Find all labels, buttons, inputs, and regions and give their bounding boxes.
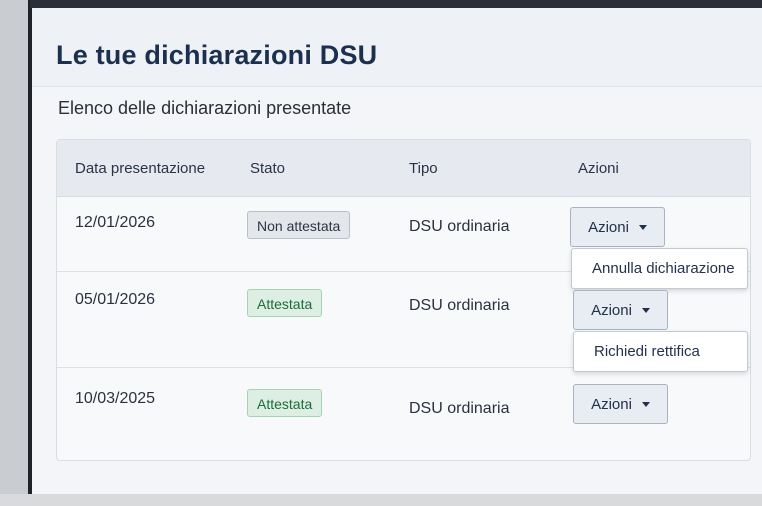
menu-item-annulla-dichiarazione[interactable]: Annulla dichiarazione — [572, 249, 747, 288]
page-title: Le tue dichiarazioni DSU — [56, 40, 378, 70]
caret-down-icon — [641, 307, 650, 313]
app-screen: Le tue dichiarazioni DSU Elenco delle di… — [32, 8, 762, 494]
actions-menu: Annulla dichiarazione — [571, 248, 748, 289]
actions-menu: Richiedi rettifica — [573, 331, 748, 372]
status-badge: Non attestata — [247, 211, 351, 239]
monitor-bezel-left — [0, 0, 32, 506]
column-header-actions: Azioni — [578, 160, 619, 177]
page-header: Le tue dichiarazioni DSU — [32, 8, 762, 87]
row-type: DSU ordinaria — [409, 400, 510, 417]
actions-dropdown-button[interactable]: Azioni — [573, 384, 668, 424]
menu-item-richiedi-rettifica[interactable]: Richiedi rettifica — [574, 332, 747, 371]
status-badge: Attestata — [247, 289, 323, 317]
monitor-bezel-bottom — [0, 494, 762, 506]
status-badge: Attestata — [247, 389, 323, 417]
page-subtitle: Elenco delle dichiarazioni presentate — [58, 98, 352, 118]
column-header-type: Tipo — [409, 160, 438, 177]
actions-button-label: Azioni — [591, 301, 632, 319]
column-header-status: Stato — [250, 160, 286, 177]
row-date: 05/01/2026 — [75, 291, 156, 308]
monitor-bezel-top — [30, 0, 762, 8]
caret-down-icon — [638, 224, 647, 230]
actions-dropdown-button[interactable]: Azioni — [570, 207, 665, 247]
row-date: 12/01/2026 — [75, 214, 156, 231]
actions-button-label: Azioni — [588, 218, 629, 236]
actions-dropdown-button[interactable]: Azioni — [573, 290, 668, 330]
column-header-date: Data presentazione — [75, 160, 206, 177]
table-header: Data presentazione Stato Tipo Azioni — [57, 140, 750, 197]
row-date: 10/03/2025 — [75, 390, 156, 407]
caret-down-icon — [641, 401, 650, 407]
row-type: DSU ordinaria — [409, 297, 510, 314]
row-type: DSU ordinaria — [409, 218, 510, 235]
actions-button-label: Azioni — [591, 395, 632, 413]
